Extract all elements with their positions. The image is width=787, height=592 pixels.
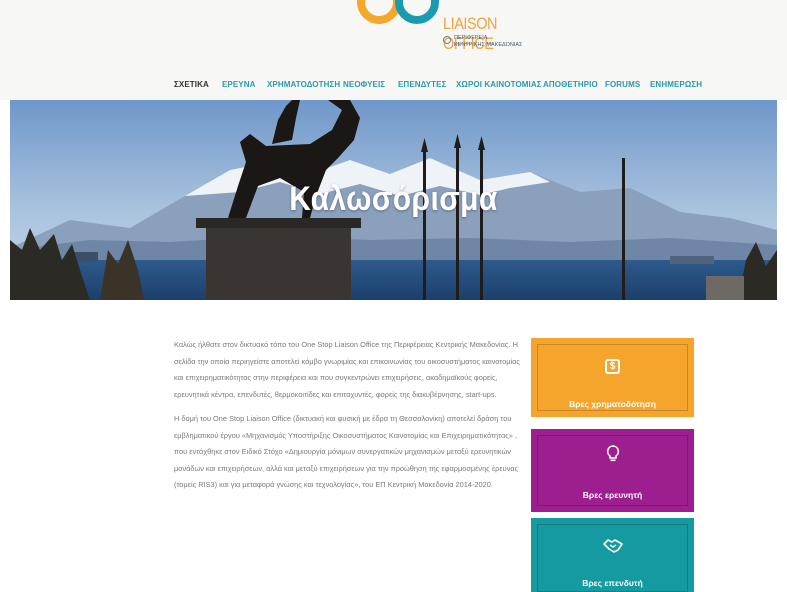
nav-item-about[interactable]: ΣΧΕΤΙΚΑ bbox=[174, 80, 209, 89]
region-seal-icon bbox=[443, 36, 451, 44]
about-paragraph: Η δομή του One Stop Liaison Office (δικτ… bbox=[174, 414, 519, 489]
handshake-icon bbox=[531, 538, 694, 558]
money-icon: $ bbox=[531, 356, 694, 374]
logo-ring-teal bbox=[395, 0, 439, 24]
find-funding-button[interactable]: $ Βρες χρηματοδότηση bbox=[531, 338, 694, 417]
find-researcher-button[interactable]: Βρες ερευνητή bbox=[531, 429, 694, 512]
site-header: LIAISON OFFICE ΠΕΡΙΦΕΡΕΙΑ ΚΕΝΤΡΙΚΗΣ ΜΑΚΕ… bbox=[0, 0, 787, 100]
nav-item-news[interactable]: ΕΝΗΜΕΡΩΣΗ bbox=[650, 80, 702, 89]
lightbulb-icon bbox=[531, 445, 694, 467]
site-logo[interactable]: LIAISON OFFICE ΠΕΡΙΦΕΡΕΙΑ ΚΕΝΤΡΙΚΗΣ ΜΑΚΕ… bbox=[357, 0, 557, 62]
nav-item-innovation-spaces[interactable]: ΧΩΡΟΙ ΚΑΙΝΟΤΟΜΙΑΣ bbox=[456, 80, 542, 89]
hero-banner: Καλωσόρισμα bbox=[10, 100, 777, 300]
nav-item-repository[interactable]: ΑΠΟΘΕΤΗΡΙΟ bbox=[543, 80, 598, 89]
intro-paragraph: Καλώς ήλθατε στον δικτυακό τόπο του One … bbox=[174, 340, 520, 399]
logo-subtitle-line1: ΠΕΡΙΦΕΡΕΙΑ bbox=[454, 35, 488, 41]
welcome-text: Καλώς ήλθατε στον δικτυακό τόπο του One … bbox=[174, 337, 522, 494]
logo-subtitle-line2: ΚΕΝΤΡΙΚΗΣ ΜΑΚΕΔΟΝΙΑΣ bbox=[454, 42, 523, 48]
hero-title: Καλωσόρισμα bbox=[289, 180, 498, 218]
nav-item-research[interactable]: ΕΡΕΥΝΑ bbox=[222, 80, 256, 89]
logo-title: LIAISON OFFICE bbox=[443, 14, 498, 53]
find-funding-label: Βρες χρηματοδότηση bbox=[569, 399, 656, 409]
nav-item-startups[interactable]: ΝΕΟΦΥΕΙΣ bbox=[343, 80, 385, 89]
nav-item-forums[interactable]: FORUMS bbox=[605, 80, 640, 89]
find-researcher-label: Βρες ερευνητή bbox=[582, 490, 643, 500]
find-investor-button[interactable]: Βρες επενδυτή bbox=[531, 518, 694, 592]
nav-item-funding[interactable]: ΧΡΗΜΑΤΟΔΟΤΗΣΗ bbox=[267, 80, 340, 89]
main-nav: ΣΧΕΤΙΚΑ ΕΡΕΥΝΑ ΧΡΗΜΑΤΟΔΟΤΗΣΗ ΝΕΟΦΥΕΙΣ ΕΠ… bbox=[0, 80, 787, 96]
find-investor-label: Βρες επενδυτή bbox=[582, 578, 643, 588]
nav-item-investors[interactable]: ΕΠΕΝΔΥΤΕΣ bbox=[398, 80, 447, 89]
